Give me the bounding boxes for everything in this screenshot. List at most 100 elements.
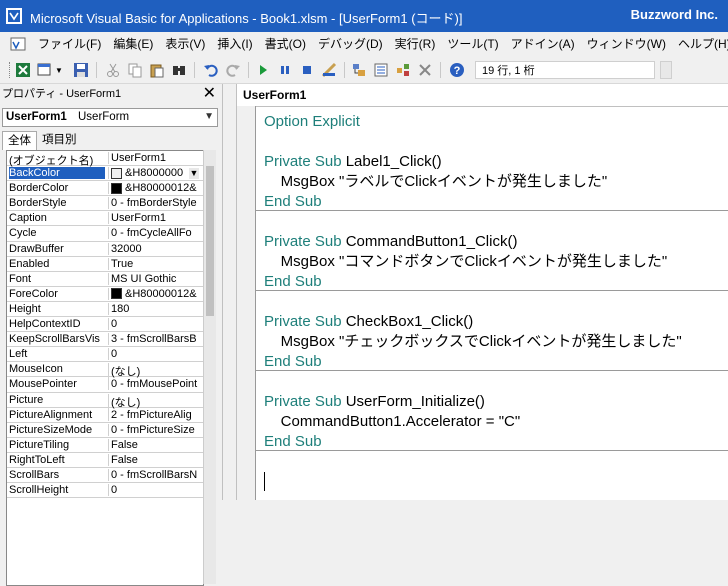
property-value[interactable]: 2 - fmPictureAlig bbox=[108, 408, 200, 421]
property-row[interactable]: ScrollHeight 0 bbox=[7, 483, 203, 499]
property-value[interactable]: 0 - fmPictureSize bbox=[108, 423, 200, 436]
redo-icon[interactable] bbox=[224, 61, 242, 79]
cut-icon[interactable] bbox=[104, 61, 122, 79]
property-value[interactable]: 180 bbox=[108, 302, 200, 315]
property-value[interactable]: UserForm1 bbox=[108, 212, 200, 225]
object-browser-icon[interactable] bbox=[394, 61, 412, 79]
property-value[interactable]: 0 - fmBorderStyle bbox=[108, 197, 200, 210]
copy-icon[interactable] bbox=[126, 61, 144, 79]
property-row[interactable]: PictureSizeMode 0 - fmPictureSize bbox=[7, 423, 203, 438]
property-row[interactable]: MousePointer 0 - fmMousePoint bbox=[7, 377, 203, 393]
property-row[interactable]: Cycle 0 - fmCycleAllFo bbox=[7, 226, 203, 242]
menu-item-4[interactable]: 書式(O) bbox=[259, 32, 312, 56]
property-row[interactable]: ScrollBars 0 - fmScrollBarsN bbox=[7, 468, 203, 484]
code-text: UserForm_Initialize() bbox=[345, 393, 485, 410]
chevron-down-icon[interactable]: ▼ bbox=[54, 61, 64, 79]
property-row[interactable]: BorderColor &H80000012& bbox=[7, 181, 203, 197]
excel-icon[interactable] bbox=[14, 61, 32, 79]
paste-icon[interactable] bbox=[148, 61, 166, 79]
property-row[interactable]: Left 0 bbox=[7, 347, 203, 363]
undo-icon[interactable] bbox=[202, 61, 220, 79]
menu-item-5[interactable]: デバッグ(D) bbox=[312, 32, 389, 56]
scrollbar-thumb[interactable] bbox=[206, 166, 214, 316]
property-value[interactable]: 0 - fmScrollBarsN bbox=[108, 468, 200, 481]
design-mode-icon[interactable] bbox=[320, 61, 338, 79]
run-icon[interactable] bbox=[254, 61, 272, 79]
toolbox-icon[interactable] bbox=[416, 61, 434, 79]
find-icon[interactable] bbox=[170, 61, 188, 79]
property-value[interactable]: UserForm1 bbox=[108, 152, 200, 164]
menu-item-9[interactable]: ウィンドウ(W) bbox=[581, 32, 672, 56]
property-value[interactable]: MS UI Gothic bbox=[108, 272, 200, 285]
property-value[interactable]: 0 bbox=[108, 484, 200, 497]
help-icon[interactable]: ? bbox=[448, 61, 466, 79]
property-name: MouseIcon bbox=[9, 363, 63, 376]
property-value[interactable]: True bbox=[108, 257, 200, 270]
property-row[interactable]: Font MS UI Gothic bbox=[7, 272, 203, 287]
close-icon[interactable]: ✕ bbox=[203, 83, 216, 103]
property-value[interactable]: &H80000012& bbox=[108, 287, 200, 300]
menu-item-1[interactable]: 編集(E) bbox=[107, 32, 159, 56]
code-line: MsgBox "チェックボックスでClickイベントが発生しました" bbox=[264, 332, 724, 352]
tab-categorized[interactable]: 項目別 bbox=[37, 131, 82, 149]
property-row[interactable]: BackColor &H8000000 ▼ bbox=[7, 166, 203, 182]
property-value[interactable]: False bbox=[108, 438, 200, 451]
property-value[interactable]: 3 - fmScrollBarsB bbox=[108, 333, 200, 346]
property-row[interactable]: Picture (なし) bbox=[7, 393, 203, 410]
property-value[interactable]: 0 bbox=[108, 318, 200, 331]
property-value[interactable]: &H80000012& bbox=[108, 182, 200, 195]
code-window-header: UserForm1 bbox=[237, 84, 728, 107]
property-value[interactable]: 0 bbox=[108, 348, 200, 361]
code-editor[interactable]: Option Explicit Private Sub Label1_Click(… bbox=[264, 112, 724, 452]
menu-item-10[interactable]: ヘルプ(H) bbox=[672, 32, 728, 56]
property-row[interactable]: KeepScrollBarsVis 3 - fmScrollBarsB bbox=[7, 332, 203, 348]
menu-item-6[interactable]: 実行(R) bbox=[389, 32, 442, 56]
property-value[interactable]: 32000 bbox=[108, 242, 200, 255]
property-row[interactable]: RightToLeft False bbox=[7, 453, 203, 468]
property-value[interactable]: &H8000000 ▼ bbox=[108, 167, 200, 180]
menu-item-7[interactable]: ツール(T) bbox=[441, 32, 504, 56]
save-icon[interactable] bbox=[72, 61, 90, 79]
project-explorer-icon[interactable] bbox=[350, 61, 368, 79]
properties-scrollbar[interactable] bbox=[203, 150, 216, 584]
property-name: Left bbox=[9, 348, 28, 361]
property-row[interactable]: PictureTiling False bbox=[7, 438, 203, 453]
properties-icon[interactable] bbox=[372, 61, 390, 79]
reset-icon[interactable] bbox=[298, 61, 316, 79]
property-row[interactable]: ForeColor &H80000012& bbox=[7, 287, 203, 302]
property-row[interactable]: HelpContextID 0 bbox=[7, 317, 203, 333]
menu-item-0[interactable]: ファイル(F) bbox=[32, 32, 107, 56]
property-row[interactable]: Caption UserForm1 bbox=[7, 211, 203, 227]
property-value-text: 32000 bbox=[111, 242, 142, 255]
vba-menu-icon[interactable] bbox=[10, 36, 26, 52]
property-value[interactable]: 0 - fmMousePoint bbox=[108, 378, 200, 391]
toolbar-overflow-button[interactable] bbox=[660, 61, 672, 79]
property-row[interactable]: Enabled True bbox=[7, 257, 203, 272]
property-row[interactable]: (オブジェクト名) UserForm1 bbox=[7, 151, 203, 167]
chevron-down-icon[interactable]: ▼ bbox=[204, 111, 214, 122]
code-line: Private Sub CheckBox1_Click() bbox=[264, 312, 724, 332]
property-value-text: 0 bbox=[111, 348, 118, 361]
margin-indicator-bar[interactable] bbox=[237, 106, 256, 500]
chevron-down-icon[interactable]: ▼ bbox=[189, 168, 199, 180]
code-line: End Sub bbox=[264, 272, 724, 292]
toolbar-separator bbox=[344, 62, 345, 78]
property-value[interactable]: 0 - fmCycleAllFo bbox=[108, 227, 200, 240]
property-name: Picture bbox=[9, 393, 44, 406]
code-text: CommandButton1_Click() bbox=[345, 233, 518, 250]
property-row[interactable]: MouseIcon (なし) bbox=[7, 362, 203, 380]
menu-item-8[interactable]: アドイン(A) bbox=[505, 32, 581, 56]
property-row[interactable]: Height 180 bbox=[7, 302, 203, 318]
property-row[interactable]: BorderStyle 0 - fmBorderStyle bbox=[7, 196, 203, 212]
property-row[interactable]: DrawBuffer 32000 bbox=[7, 242, 203, 257]
break-icon[interactable] bbox=[276, 61, 294, 79]
menu-item-3[interactable]: 挿入(I) bbox=[211, 32, 258, 56]
tab-alphabetic[interactable]: 全体 bbox=[2, 131, 37, 150]
property-row[interactable]: PictureAlignment 2 - fmPictureAlig bbox=[7, 408, 203, 423]
property-name: RightToLeft bbox=[9, 453, 65, 466]
object-selector[interactable]: UserForm1 UserForm ▼ bbox=[2, 108, 218, 127]
insert-userform-icon[interactable] bbox=[36, 61, 54, 79]
code-line: End Sub bbox=[264, 432, 724, 452]
menu-item-2[interactable]: 表示(V) bbox=[159, 32, 211, 56]
property-value[interactable]: False bbox=[108, 453, 200, 466]
